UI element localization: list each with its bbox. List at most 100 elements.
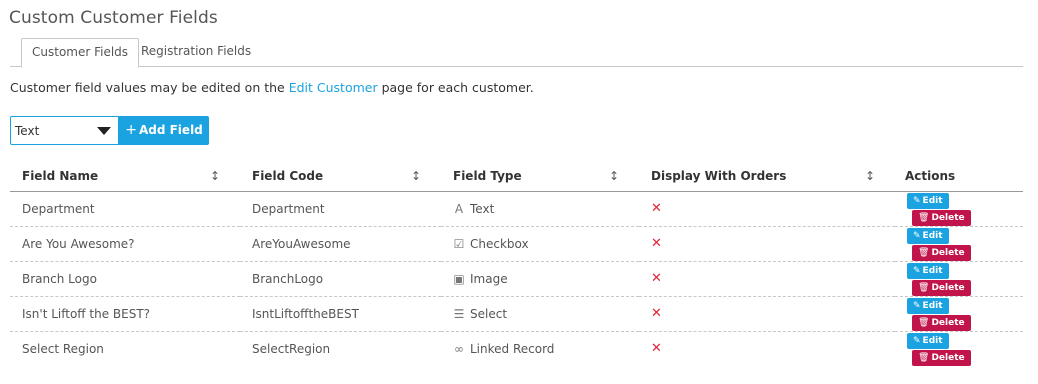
display-with-orders-cell: ✕ [639, 296, 895, 332]
field-type-label: Checkbox [470, 236, 529, 251]
field-code-cell: BranchLogo [240, 261, 441, 297]
text-icon: A [454, 201, 464, 216]
table-row: Department Department A Text ✕ ✎ Edit🗑 Delete [10, 191, 1023, 227]
field-type-label: Text [470, 201, 495, 216]
x-icon: ✕ [651, 306, 662, 321]
sort-icon[interactable]: ↕ [865, 169, 875, 183]
x-icon: ✕ [651, 271, 662, 286]
table-header-row: Field Name ↕ Field Code ↕ Field Type ↕ Disp… [10, 161, 1023, 192]
edit-label: Edit [922, 335, 943, 346]
tab-bar: Customer Fields Registration Fields [10, 38, 1023, 68]
field-name-cell: Branch Logo [10, 261, 240, 297]
header-display-with-orders-label: Display With Orders [651, 168, 787, 183]
delete-label: Delete [931, 282, 965, 293]
x-icon: ✕ [651, 236, 662, 251]
actions-cell: ✎ Edit🗑 Delete [895, 191, 1023, 227]
header-field-type[interactable]: Field Type ↕ [441, 161, 639, 192]
header-field-name-label: Field Name [22, 168, 99, 183]
checkbox-icon: ☑ [453, 236, 465, 251]
header-display-with-orders[interactable]: Display With Orders ↕ [639, 161, 895, 192]
tab-registration-fields[interactable]: Registration Fields [131, 38, 261, 67]
sort-icon[interactable]: ↕ [609, 169, 619, 183]
field-type-cell: ☰ Select [441, 296, 639, 332]
table-row: Branch Logo BranchLogo ▣ Image ✕ ✎ Edit🗑 Delete [10, 261, 1023, 297]
actions-cell: ✎ Edit🗑 Delete [895, 331, 1023, 366]
trash-icon: 🗑 [918, 282, 930, 293]
display-with-orders-cell: ✕ [639, 261, 895, 297]
table-row: Are You Awesome? AreYouAwesome ☑ Checkbox ✕ ✎… [10, 226, 1023, 262]
edit-label: Edit [922, 230, 943, 241]
field-code-cell: SelectRegion [252, 341, 331, 356]
x-icon: ✕ [651, 341, 662, 357]
header-field-name[interactable]: Field Name ↕ [10, 161, 240, 192]
field-type-label: Linked Record [470, 341, 555, 356]
custom-fields-table: Field Name ↕ Field Code ↕ Field Type ↕ Disp… [10, 161, 1023, 366]
edit-button[interactable]: ✎ Edit [907, 192, 949, 209]
list-icon: ☰ [453, 306, 465, 321]
display-with-orders-cell: ✕ [639, 331, 895, 366]
edit-icon: ✎ [913, 230, 921, 241]
trash-icon: 🗑 [918, 317, 930, 328]
image-icon: ▣ [453, 271, 465, 286]
delete-button[interactable]: 🗑 Delete [912, 209, 971, 226]
info-suffix: page for each customer. [377, 80, 534, 95]
page-title: Custom Customer Fields [9, 8, 218, 28]
delete-button[interactable]: 🗑 Delete [912, 314, 971, 331]
field-type-cell: ☑ Checkbox [441, 226, 639, 262]
info-text: Customer field values may be edited on t… [10, 80, 534, 95]
edit-customer-link[interactable]: Edit Customer [289, 80, 378, 95]
tab-customer-fields[interactable]: Customer Fields [21, 38, 140, 68]
trash-icon: 🗑 [918, 212, 930, 223]
field-type-label: Select [470, 306, 508, 321]
edit-icon: ✎ [913, 335, 921, 346]
delete-label: Delete [931, 247, 965, 258]
plus-icon: + [125, 122, 137, 138]
field-type-select[interactable]: Text [10, 116, 119, 145]
field-name-cell: Select Region [22, 341, 104, 356]
table-row: Isn't Liftoff the BEST? IsntLiftofftheBES… [10, 296, 1023, 332]
sort-icon[interactable]: ↕ [210, 169, 220, 183]
display-with-orders-cell: ✕ [639, 191, 895, 227]
add-field-label: Add Field [138, 123, 203, 137]
edit-icon: ✎ [913, 265, 921, 276]
header-field-code[interactable]: Field Code ↕ [240, 161, 441, 192]
header-actions: Actions [895, 161, 1023, 192]
edit-button[interactable]: ✎ Edit [907, 297, 949, 314]
actions-cell: ✎ Edit🗑 Delete [895, 226, 1023, 262]
delete-button[interactable]: 🗑 Delete [912, 279, 971, 296]
delete-label: Delete [931, 212, 965, 223]
actions-cell: ✎ Edit🗑 Delete [895, 296, 1023, 332]
edit-icon: ✎ [913, 300, 921, 311]
trash-icon: 🗑 [918, 352, 930, 363]
field-name-cell: Department [10, 191, 240, 227]
edit-button[interactable]: ✎ Edit [907, 262, 949, 279]
add-field-button[interactable]: + Add Field [119, 116, 209, 145]
link-icon: ∞ [454, 341, 464, 356]
field-code-cell: Department [240, 191, 441, 227]
edit-button[interactable]: ✎ Edit [907, 332, 949, 349]
edit-label: Edit [922, 300, 943, 311]
edit-icon: ✎ [913, 195, 921, 206]
delete-label: Delete [931, 317, 965, 328]
field-code-cell: IsntLiftofftheBEST [240, 296, 441, 332]
edit-button[interactable]: ✎ Edit [907, 227, 949, 244]
field-code-cell: AreYouAwesome [240, 226, 441, 262]
caret-down-icon [97, 127, 111, 135]
field-type-cell: ▣ Image [441, 261, 639, 297]
delete-button[interactable]: 🗑 Delete [912, 244, 971, 261]
info-prefix: Customer field values may be edited on t… [10, 80, 289, 95]
field-type-label: Image [470, 271, 508, 286]
field-type-cell: A Text [441, 191, 639, 227]
edit-label: Edit [922, 265, 943, 276]
x-icon: ✕ [651, 201, 662, 216]
sort-icon[interactable]: ↕ [411, 169, 421, 183]
field-name-cell: Are You Awesome? [10, 226, 240, 262]
delete-button[interactable]: 🗑 Delete [912, 349, 971, 366]
edit-label: Edit [922, 195, 943, 206]
field-name-cell: Isn't Liftoff the BEST? [10, 296, 240, 332]
header-field-code-label: Field Code [252, 168, 324, 183]
display-with-orders-cell: ✕ [639, 226, 895, 262]
delete-label: Delete [931, 352, 965, 363]
field-type-select-value: Text [15, 124, 40, 138]
actions-cell: ✎ Edit🗑 Delete [895, 261, 1023, 297]
